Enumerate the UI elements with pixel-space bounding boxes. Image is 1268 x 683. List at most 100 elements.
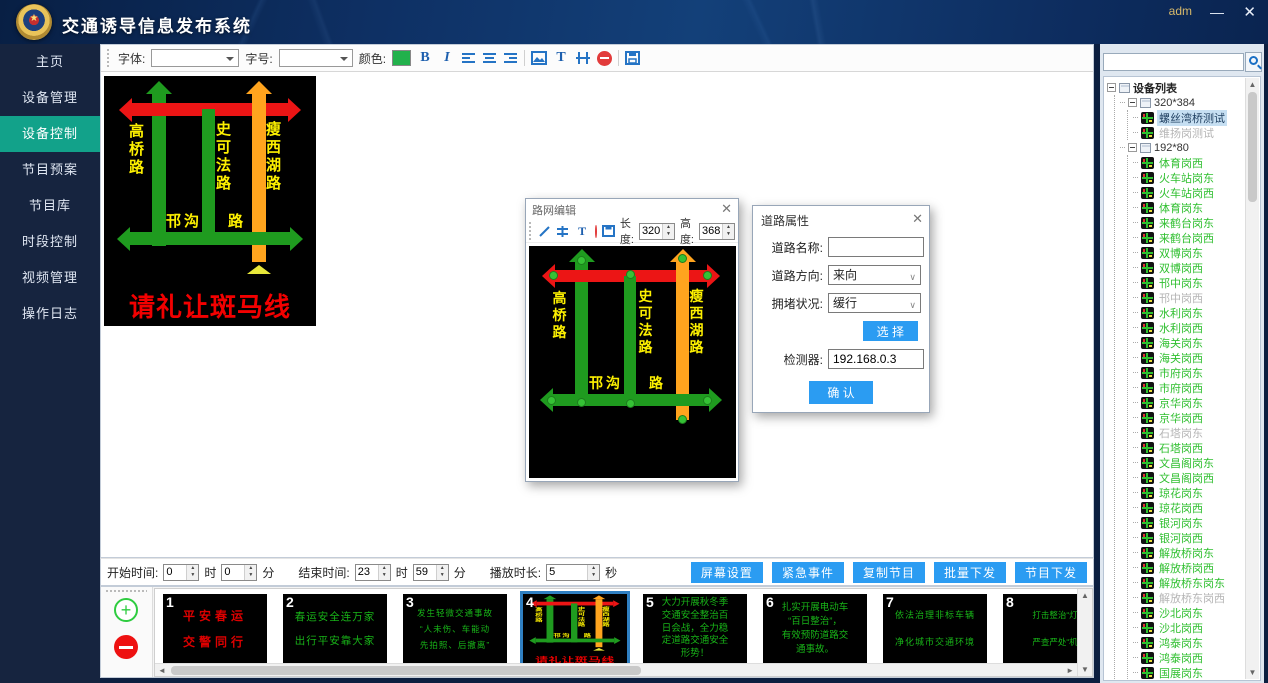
road-handle[interactable] — [626, 270, 635, 279]
thumbnail-horizontal-scrollbar[interactable]: ◄ ► — [155, 663, 1077, 676]
line-tool-icon[interactable] — [538, 225, 551, 238]
device-label[interactable]: 螺丝湾桥测试 — [1157, 110, 1227, 126]
start-minute-spinner[interactable]: ▲▼ — [221, 564, 257, 581]
device-tree-item[interactable]: 海关岗西 — [1133, 350, 1260, 365]
led-preview[interactable]: 高桥路 史可法路 瘦西湖路 邗沟 路 请礼让斑马线 — [104, 76, 316, 326]
height-spinner[interactable]: ▲▼ — [699, 223, 735, 240]
scroll-up-icon[interactable]: ▲ — [1246, 80, 1259, 89]
sidebar-item[interactable]: 设备控制 — [0, 116, 100, 152]
device-label[interactable]: 维扬岗测试 — [1157, 125, 1216, 141]
remove-program-button[interactable] — [114, 635, 138, 659]
device-tree-item[interactable]: 解放桥东岗东 — [1133, 575, 1260, 590]
delete-tool-icon[interactable] — [595, 225, 597, 238]
device-tree-item[interactable]: 螺丝湾桥测试 — [1133, 110, 1260, 125]
device-label[interactable]: 来鹤台岗东 — [1157, 215, 1216, 231]
add-program-button[interactable]: + — [114, 598, 138, 622]
start-hour-input[interactable] — [164, 565, 186, 580]
road-handle[interactable] — [678, 254, 687, 263]
sidebar-item[interactable]: 设备管理 — [0, 80, 100, 116]
spin-down-icon[interactable]: ▼ — [187, 572, 198, 580]
device-label[interactable]: 文昌阁岗西 — [1157, 470, 1216, 486]
roadnet-tool-icon[interactable] — [575, 51, 591, 65]
device-tree-item[interactable]: 水利岗东 — [1133, 305, 1260, 320]
device-tree-item[interactable]: 邗中岗西 — [1133, 290, 1260, 305]
spin-down-icon[interactable]: ▼ — [437, 572, 448, 580]
end-minute-input[interactable] — [414, 565, 436, 580]
length-input[interactable] — [640, 224, 662, 239]
sidebar-item[interactable]: 节目库 — [0, 188, 100, 224]
start-hour-spinner[interactable]: ▲▼ — [163, 564, 199, 581]
scroll-up-icon[interactable]: ▲ — [1078, 591, 1092, 600]
device-tree-item[interactable]: 市府岗西 — [1133, 380, 1260, 395]
device-tree-item[interactable]: 体育岗东 — [1133, 200, 1260, 215]
spin-down-icon[interactable]: ▼ — [379, 572, 390, 580]
end-hour-input[interactable] — [356, 565, 378, 580]
select-button[interactable]: 选 择 — [863, 321, 918, 341]
program-thumbnail-6[interactable]: 6 扎实开展电动车 “百日整治”， 有效预防道路交 通事故。 — [763, 594, 867, 664]
device-tree-item[interactable]: 海关岗东 — [1133, 335, 1260, 350]
device-tree-item[interactable]: 文昌阁岗东 — [1133, 455, 1260, 470]
device-label[interactable]: 国展岗东 — [1157, 665, 1205, 681]
device-label[interactable]: 沙北岗东 — [1157, 605, 1205, 621]
close-icon[interactable]: ✕ — [721, 201, 732, 217]
device-tree-item[interactable]: 国展岗东 — [1133, 665, 1260, 680]
device-tree-item[interactable]: 文昌阁岗西 — [1133, 470, 1260, 485]
device-label[interactable]: 沙北岗西 — [1157, 620, 1205, 636]
font-select[interactable] — [151, 49, 239, 67]
sidebar-item[interactable]: 操作日志 — [0, 296, 100, 332]
device-tree-item[interactable]: 沙北岗东 — [1133, 605, 1260, 620]
device-label[interactable]: 鸿泰岗东 — [1157, 635, 1205, 651]
road-handle[interactable] — [547, 396, 556, 405]
spin-down-icon[interactable]: ▼ — [663, 231, 674, 239]
device-label[interactable]: 琼花岗东 — [1157, 485, 1205, 501]
device-label[interactable]: 邗中岗西 — [1157, 290, 1205, 306]
road-handle[interactable] — [626, 399, 635, 408]
device-tree-item[interactable]: 石塔岗东 — [1133, 425, 1260, 440]
program-thumbnail-2[interactable]: 2 春运安全连万家 出行平安靠大家 — [283, 594, 387, 664]
device-tree-item[interactable]: 水利岗西 — [1133, 320, 1260, 335]
device-label[interactable]: 解放桥岗西 — [1157, 560, 1216, 576]
duration-input[interactable] — [547, 565, 587, 580]
action-button[interactable]: 紧急事件 — [772, 562, 844, 583]
spin-down-icon[interactable]: ▼ — [245, 572, 256, 580]
device-label[interactable]: 水利岗西 — [1157, 320, 1205, 336]
device-label[interactable]: 国展岗西 — [1157, 680, 1205, 682]
device-tree-item[interactable]: 来鹤台岗西 — [1133, 230, 1260, 245]
delete-tool-icon[interactable] — [597, 51, 612, 66]
device-tree-item[interactable]: 双博岗西 — [1133, 260, 1260, 275]
device-label[interactable]: 银河岗东 — [1157, 515, 1205, 531]
height-input[interactable] — [700, 224, 722, 239]
road-handle[interactable] — [703, 396, 712, 405]
spin-up-icon[interactable]: ▲ — [588, 565, 599, 573]
save-icon[interactable] — [625, 51, 640, 65]
color-swatch[interactable] — [392, 50, 411, 66]
device-tree-item[interactable]: 京华岗西 — [1133, 410, 1260, 425]
device-label[interactable]: 市府岗西 — [1157, 380, 1205, 396]
sidebar-item[interactable]: 时段控制 — [0, 224, 100, 260]
road-handle[interactable] — [577, 256, 586, 265]
device-label[interactable]: 琼花岗西 — [1157, 500, 1205, 516]
tree-group-320x384[interactable]: 320*384 — [1120, 95, 1260, 110]
scrollbar-thumb[interactable] — [171, 666, 641, 675]
device-label[interactable]: 京华岗东 — [1157, 395, 1205, 411]
device-label[interactable]: 双博岗东 — [1157, 245, 1205, 261]
action-button[interactable]: 批量下发 — [934, 562, 1006, 583]
road-handle[interactable] — [703, 271, 712, 280]
sidebar-item[interactable]: 节目预案 — [0, 152, 100, 188]
road-handle[interactable] — [577, 398, 586, 407]
tree-scrollbar[interactable]: ▲ ▼ — [1245, 78, 1259, 679]
program-thumbnail-5[interactable]: 5 大力开展秋冬季 交通安全整治百 日会战，全力稳 定道路交通安全 形势！ — [643, 594, 747, 664]
tree-root[interactable]: 设备列表 — [1107, 80, 1260, 95]
minimize-icon[interactable]: — — [1210, 4, 1224, 20]
road-direction-select[interactable]: 来向 — [828, 265, 921, 285]
device-label[interactable]: 海关岗西 — [1157, 350, 1205, 366]
align-left-button[interactable] — [461, 52, 476, 65]
action-button[interactable]: 屏幕设置 — [691, 562, 763, 583]
device-tree-item[interactable]: 琼花岗东 — [1133, 485, 1260, 500]
device-tree-item[interactable]: 火车站岗西 — [1133, 185, 1260, 200]
device-label[interactable]: 市府岗东 — [1157, 365, 1205, 381]
confirm-button[interactable]: 确 认 — [809, 381, 872, 404]
spin-up-icon[interactable]: ▲ — [723, 224, 734, 232]
device-tree-item[interactable]: 邗中岗东 — [1133, 275, 1260, 290]
duration-spinner[interactable]: ▲▼ — [546, 564, 600, 581]
